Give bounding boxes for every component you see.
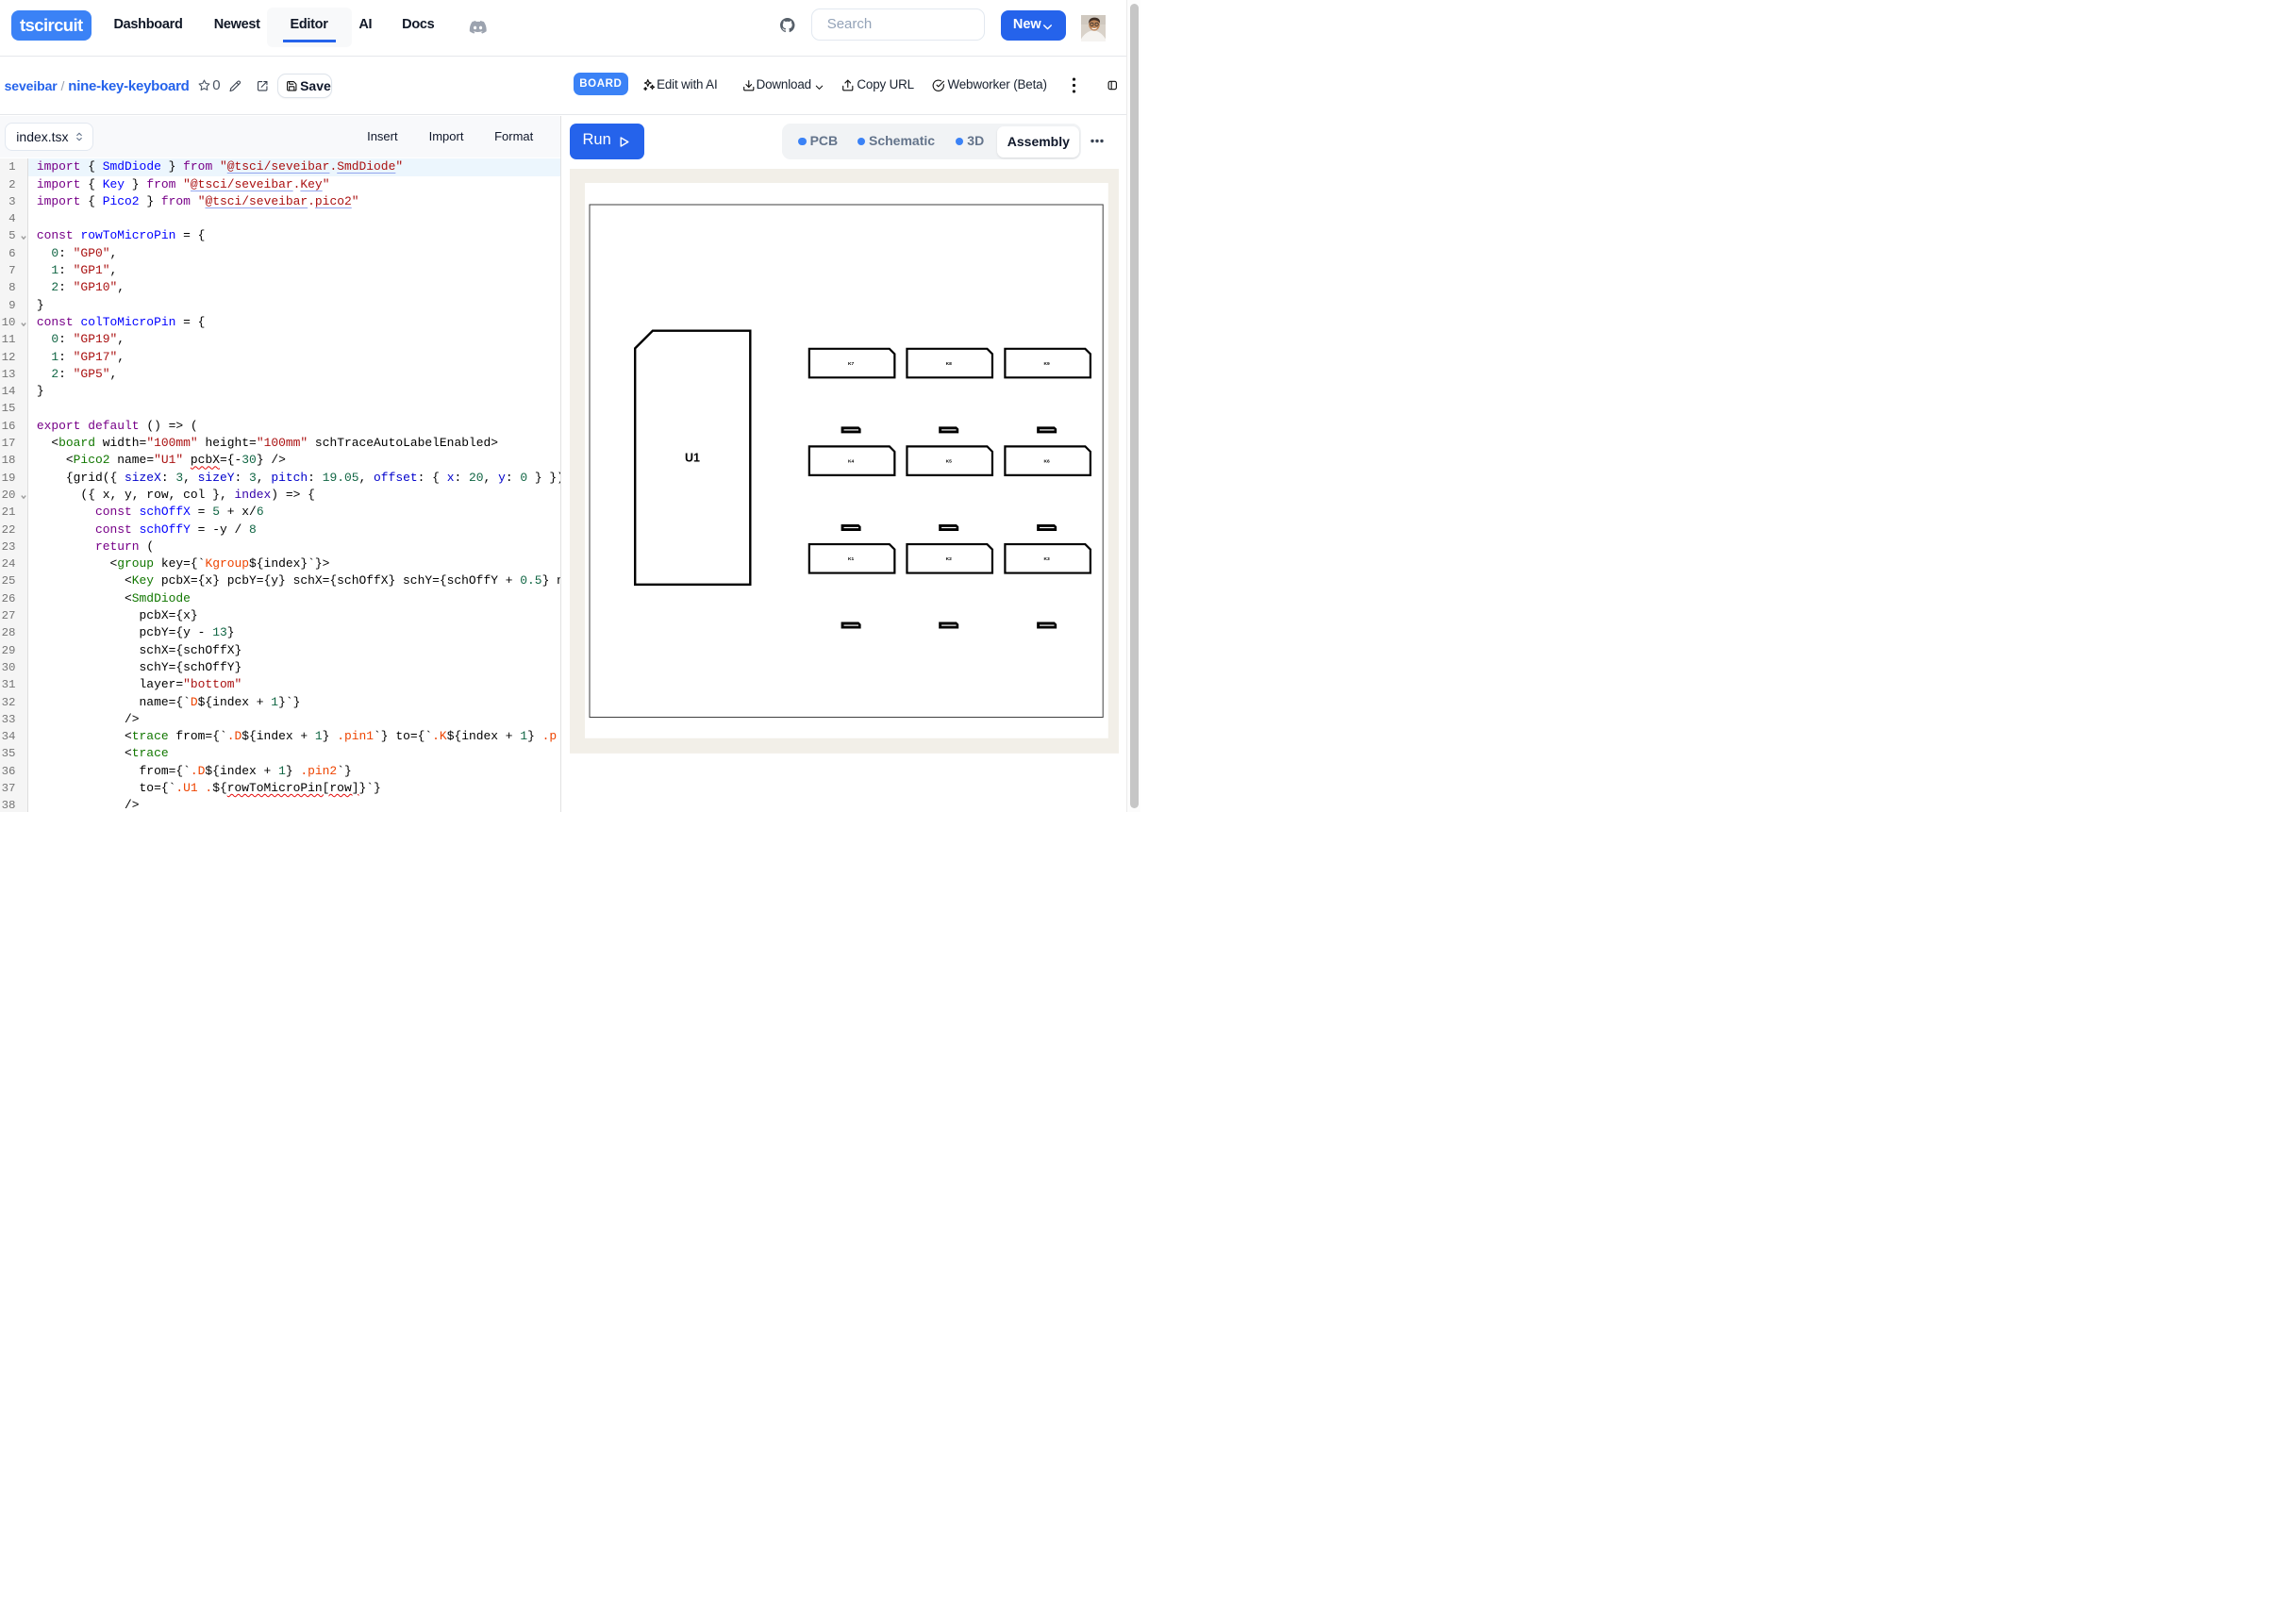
svg-text:K7: K7 xyxy=(847,361,854,367)
svg-text:K3: K3 xyxy=(1043,556,1050,562)
svg-text:K2: K2 xyxy=(945,556,952,562)
svg-text:K5: K5 xyxy=(945,458,952,464)
svg-text:K1: K1 xyxy=(847,556,854,562)
svg-text:K6: K6 xyxy=(1043,458,1050,464)
svg-text:U1: U1 xyxy=(685,451,700,464)
svg-text:K4: K4 xyxy=(847,458,854,464)
svg-text:K9: K9 xyxy=(1043,361,1050,367)
svg-text:K8: K8 xyxy=(945,361,952,367)
